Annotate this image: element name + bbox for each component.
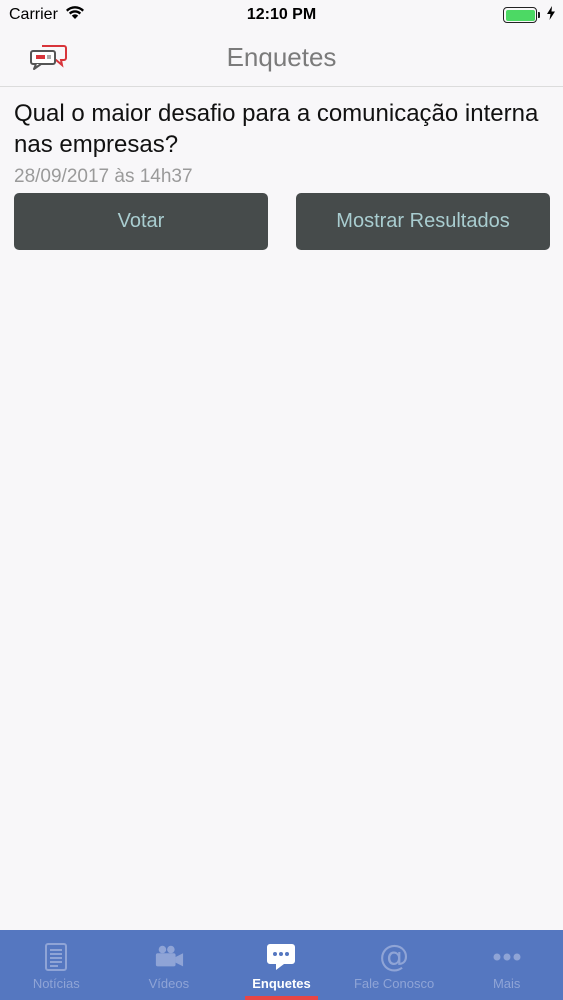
wifi-icon bbox=[65, 5, 85, 25]
video-camera-icon bbox=[154, 942, 184, 972]
at-sign-icon: @ bbox=[379, 939, 410, 974]
more-dots-icon bbox=[492, 942, 522, 972]
tab-bar: Notícias Vídeos Enquetes @ Fale Conosco … bbox=[0, 930, 563, 1000]
chat-bubble-icon bbox=[266, 942, 296, 972]
poll-actions: Votar Mostrar Resultados bbox=[14, 193, 550, 250]
status-right bbox=[503, 5, 555, 25]
tab-mais[interactable]: Mais bbox=[450, 930, 563, 1000]
tab-label: Notícias bbox=[32, 976, 80, 991]
poll-date: 28/09/2017 às 14h37 bbox=[14, 166, 193, 187]
carrier-label: Carrier bbox=[9, 6, 58, 23]
tab-label: Vídeos bbox=[148, 976, 190, 991]
navigation-bar: Enquetes bbox=[0, 30, 563, 87]
poll-card: Qual o maior desafio para a comunicação … bbox=[14, 98, 550, 250]
charging-icon bbox=[547, 5, 555, 25]
poll-question: Qual o maior desafio para a comunicação … bbox=[14, 100, 539, 158]
vote-button[interactable]: Votar bbox=[14, 193, 268, 250]
tab-label: Fale Conosco bbox=[353, 976, 435, 991]
page-title: Enquetes bbox=[226, 42, 337, 72]
show-results-button[interactable]: Mostrar Resultados bbox=[296, 193, 550, 250]
tab-label: Enquetes bbox=[252, 976, 311, 991]
tab-noticias[interactable]: Notícias bbox=[0, 930, 113, 1000]
battery-icon bbox=[503, 7, 540, 23]
tab-fale-conosco[interactable]: @ Fale Conosco bbox=[338, 930, 451, 1000]
newspaper-icon bbox=[41, 942, 71, 972]
status-bar: Carrier 12:10 PM bbox=[0, 0, 563, 30]
tab-label: Mais bbox=[492, 976, 521, 991]
status-left: Carrier bbox=[9, 5, 85, 25]
tab-enquetes[interactable]: Enquetes bbox=[225, 930, 338, 1000]
tab-videos[interactable]: Vídeos bbox=[113, 930, 226, 1000]
